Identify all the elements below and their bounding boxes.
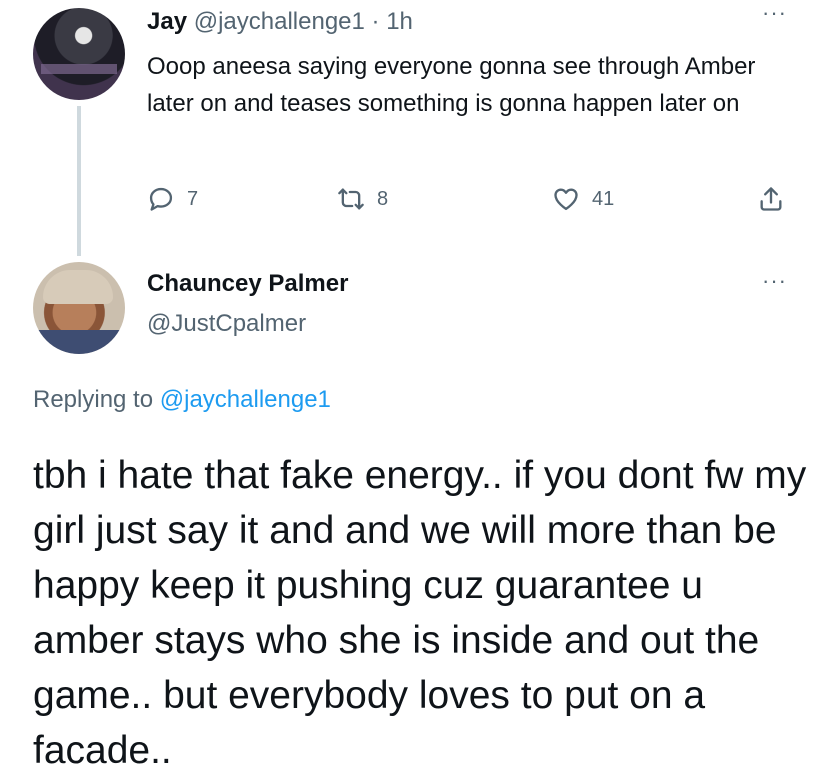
tweet-header: Jay @jaychallenge1 · 1h [147, 8, 413, 36]
separator: · [371, 8, 380, 35]
heart-icon [554, 188, 578, 211]
reply-handle[interactable]: @JustCpalmer [147, 310, 306, 338]
reply-button[interactable]: 7 [147, 185, 198, 213]
replying-prefix: Replying to [33, 386, 154, 413]
timestamp[interactable]: 1h [386, 8, 413, 35]
reply-display-name[interactable]: Chauncey Palmer [147, 270, 348, 298]
display-name[interactable]: Jay [147, 8, 187, 35]
avatar-jay[interactable] [33, 8, 125, 100]
more-icon[interactable]: ··· [762, 0, 787, 26]
thread-line [77, 106, 81, 256]
reply-count: 7 [187, 187, 199, 210]
like-button[interactable]: 41 [552, 185, 614, 213]
retweet-button[interactable]: 8 [337, 185, 388, 213]
retweet-count: 8 [377, 187, 389, 210]
more-icon[interactable]: ··· [762, 268, 787, 294]
avatar-chauncey[interactable] [33, 262, 125, 354]
reply-text: tbh i hate that fake energy.. if you don… [33, 454, 807, 772]
comment-icon [149, 187, 173, 211]
share-button[interactable] [757, 185, 785, 213]
retweet-icon [338, 188, 364, 210]
share-icon [760, 187, 782, 211]
like-count: 41 [592, 187, 615, 210]
replying-to-link[interactable]: @jaychallenge1 [160, 386, 331, 413]
handle[interactable]: @jaychallenge1 [194, 8, 365, 35]
replying-to: Replying to @jaychallenge1 [33, 386, 331, 414]
tweet-actions: 7 8 41 [147, 185, 797, 217]
tweet-text: Ooop aneesa saying everyone gonna see th… [147, 53, 756, 117]
